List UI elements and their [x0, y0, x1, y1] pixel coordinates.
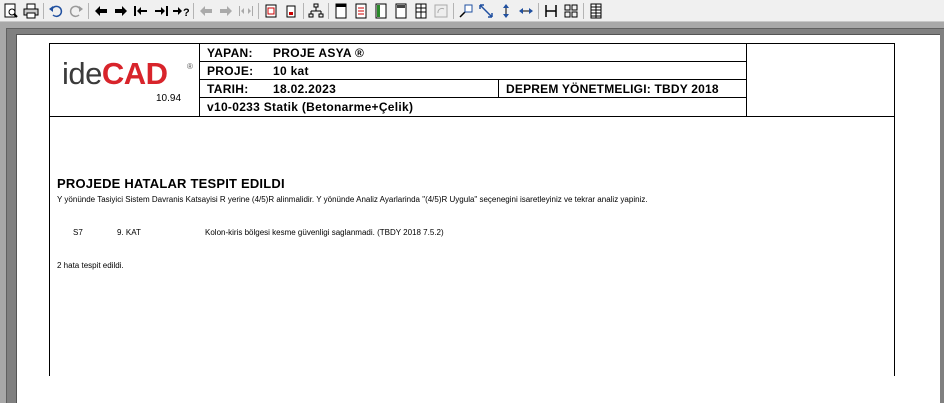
tarih-label: TARIH: [207, 82, 249, 96]
arrows-split-icon [237, 2, 255, 19]
logo-cell: ideCAD ® 10.94 [50, 44, 200, 116]
resize-icon[interactable] [477, 2, 495, 19]
vertical-arrows-icon[interactable] [497, 2, 515, 19]
arrow-right-question-icon[interactable]: ? [172, 2, 190, 19]
report-body [49, 116, 895, 376]
error-element: S7 [73, 228, 83, 237]
error-floor: 9. KAT [117, 228, 141, 237]
redo-icon[interactable] [67, 2, 85, 19]
page-red-icon[interactable] [262, 2, 280, 19]
rotate-icon [432, 2, 450, 19]
arrow-right-icon[interactable] [112, 2, 130, 19]
toolbar: ? [0, 0, 944, 22]
yapan-label: YAPAN: [207, 46, 253, 60]
proje-label: PROJE: [207, 64, 254, 78]
tree-icon[interactable] [307, 2, 325, 19]
error-message: Kolon-kiris bölgesi kesme güvenligi sagl… [205, 228, 444, 237]
arrow-left-disabled-icon [197, 2, 215, 19]
yapan-value: PROJE ASYA ® [273, 46, 365, 60]
print-preview-icon[interactable] [2, 2, 20, 19]
page-layout-icon[interactable] [332, 2, 350, 19]
table-icon[interactable] [412, 2, 430, 19]
arrow-right-bar-icon[interactable] [152, 2, 170, 19]
arrow-left-icon[interactable] [92, 2, 110, 19]
proje-row: PROJE: 10 kat [200, 62, 746, 80]
yapan-row: YAPAN: PROJE ASYA ® [200, 44, 746, 62]
tarih-value: 18.02.2023 [273, 82, 337, 96]
error-title: PROJEDE HATALAR TESPIT EDILDI [57, 176, 285, 191]
program-row: v10-0233 Statik (Betonarme+Çelik) [200, 98, 746, 116]
split-h-icon[interactable] [542, 2, 560, 19]
error-description: Y yönünde Tasiyici Sistem Davranis Katsa… [57, 195, 648, 204]
zoom-icon[interactable] [457, 2, 475, 19]
program-name: v10-0233 Statik (Betonarme+Çelik) [207, 100, 414, 114]
horizontal-arrows-icon[interactable] [517, 2, 535, 19]
arrow-left-bar-icon[interactable] [132, 2, 150, 19]
idecad-logo: ideCAD [62, 56, 168, 91]
proje-value: 10 kat [273, 64, 309, 78]
undo-icon[interactable] [47, 2, 65, 19]
page-small-icon[interactable] [282, 2, 300, 19]
report-header: ideCAD ® 10.94 YAPAN: PROJE ASYA ® PROJE… [49, 43, 895, 117]
page-green-icon[interactable] [372, 2, 390, 19]
print-icon[interactable] [22, 2, 40, 19]
page-top-icon[interactable] [392, 2, 410, 19]
arrow-right-disabled-icon [217, 2, 235, 19]
program-version: 10.94 [156, 93, 182, 104]
deprem-yonetmeligi: DEPREM YÖNETMELIGI: TBDY 2018 [498, 80, 746, 98]
page-red-lines-icon[interactable] [352, 2, 370, 19]
error-summary: 2 hata tespit edildi. [57, 261, 124, 270]
columns-icon[interactable] [587, 2, 605, 19]
logo-registered-mark: ® [187, 62, 193, 71]
header-right-cell [746, 44, 894, 116]
svg-text:?: ? [183, 7, 189, 19]
grid-icon[interactable] [562, 2, 580, 19]
